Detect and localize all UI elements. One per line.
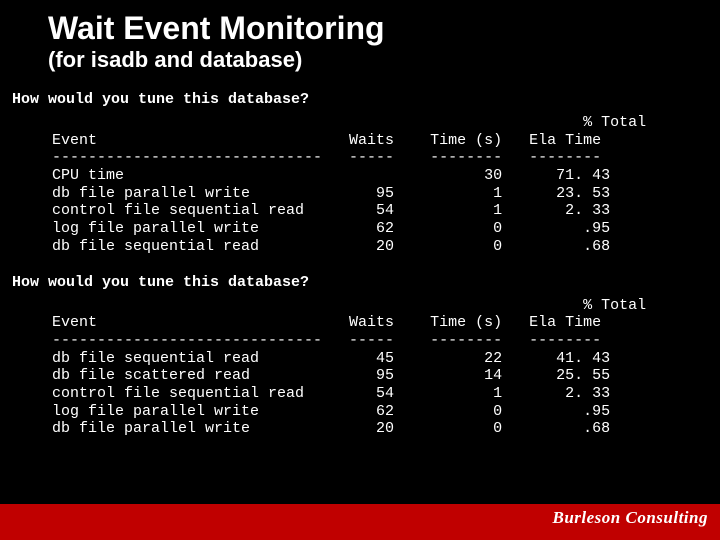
- question-2: How would you tune this database?: [0, 256, 720, 297]
- page-subtitle: (for isadb and database): [0, 47, 720, 73]
- question-1: How would you tune this database?: [0, 73, 720, 114]
- page-title: Wait Event Monitoring: [0, 0, 720, 47]
- brand-text: Burleson Consulting: [553, 508, 709, 527]
- wait-events-table-2: % Total Event Waits Time (s) Ela Time --…: [0, 297, 720, 439]
- wait-events-table-1: % Total Event Waits Time (s) Ela Time --…: [0, 114, 720, 256]
- footer-bar: Burleson Consulting: [0, 504, 720, 540]
- brand-logo: Burleson Consulting: [553, 508, 709, 528]
